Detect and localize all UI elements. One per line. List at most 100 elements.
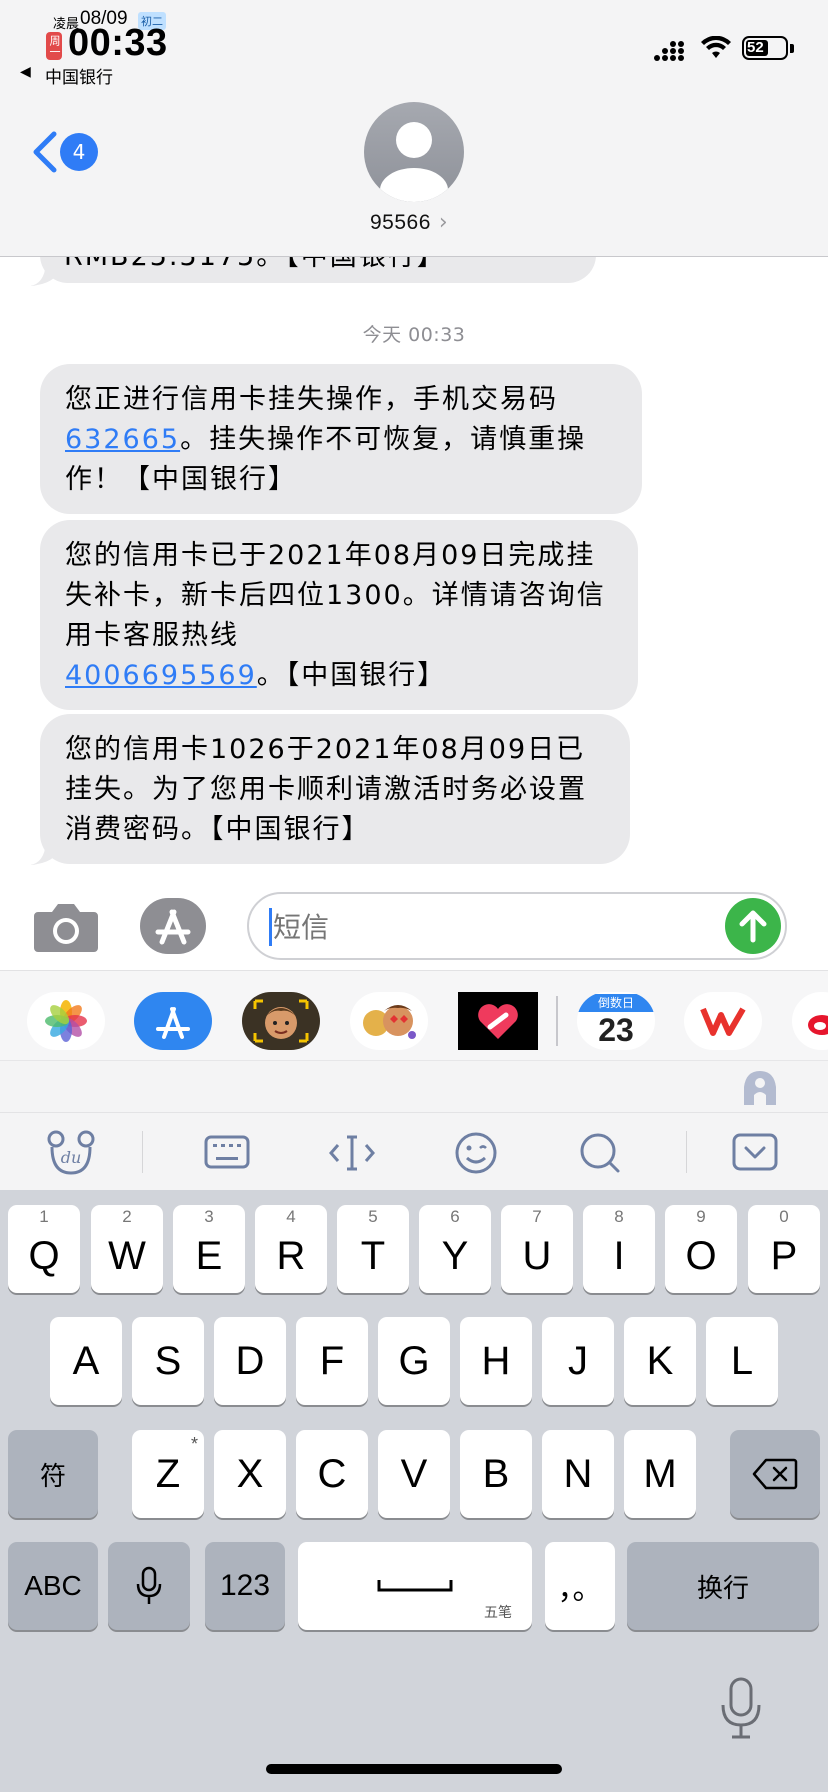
abc-key[interactable]: ABC [8, 1542, 98, 1630]
key-j[interactable]: J [542, 1317, 614, 1405]
key-q[interactable]: 1Q [8, 1205, 80, 1293]
key-d[interactable]: D [214, 1317, 286, 1405]
symbol-key[interactable]: 符 [8, 1430, 98, 1518]
cellular-signal-icon [654, 41, 684, 61]
status-bar: 凌晨 08/09 初二 周一 00:33 ◀ 中国银行 52 [0, 0, 828, 100]
app-wps[interactable] [684, 992, 762, 1050]
key-symbol-hint: * [190, 1434, 198, 1454]
space-key[interactable]: 五笔 [298, 1542, 532, 1630]
emoji-icon[interactable] [454, 1131, 498, 1175]
key-m[interactable]: M [624, 1430, 696, 1518]
dictation-microphone-icon[interactable] [720, 1677, 762, 1739]
chevron-right-icon: › [438, 210, 448, 235]
space-bar-icon [377, 1580, 453, 1592]
app-heart[interactable] [458, 992, 538, 1050]
key-e[interactable]: 3E [173, 1205, 245, 1293]
backspace-icon [752, 1458, 798, 1490]
keyboard-icon[interactable] [204, 1135, 250, 1169]
key-r[interactable]: 4R [255, 1205, 327, 1293]
app-store-button[interactable] [140, 898, 206, 954]
camera-icon[interactable] [34, 900, 98, 952]
message-2-text-a: 您的信用卡已于2021年08月09日完成挂失补卡，新卡后四位1300。详情请咨询… [65, 540, 606, 651]
key-s[interactable]: S [132, 1317, 204, 1405]
message-bubble-2[interactable]: 您的信用卡已于2021年08月09日完成挂失补卡，新卡后四位1300。详情请咨询… [40, 520, 638, 710]
message-3-text: 您的信用卡1026于2021年08月09日已挂失。为了您用卡顺利请激活时务必设置… [65, 734, 587, 845]
app-memoji-stickers[interactable] [350, 992, 428, 1050]
delete-key[interactable] [730, 1430, 820, 1518]
key-f[interactable]: F [296, 1317, 368, 1405]
key-z[interactable]: * Z [132, 1430, 204, 1518]
wps-icon [700, 1007, 746, 1036]
search-icon[interactable] [578, 1131, 622, 1175]
contact-name[interactable]: 95566 [370, 211, 431, 235]
key-g[interactable]: G [378, 1317, 450, 1405]
key-label: U [522, 1233, 552, 1278]
svg-text:du: du [61, 1148, 82, 1167]
key-t[interactable]: 5T [337, 1205, 409, 1293]
key-label: Q [28, 1233, 60, 1278]
key-label: Z [155, 1451, 181, 1496]
key-number-hint: 9 [696, 1207, 706, 1226]
key-n[interactable]: N [542, 1430, 614, 1518]
back-to-app-label[interactable]: 中国银行 [45, 63, 113, 88]
arrow-up-icon [739, 910, 767, 943]
message-input[interactable] [247, 892, 787, 960]
unread-count-badge[interactable]: 4 [60, 133, 98, 171]
key-c[interactable]: C [296, 1430, 368, 1518]
bubble-tail [30, 843, 60, 865]
message-bubble-3[interactable]: 您的信用卡1026于2021年08月09日已挂失。为了您用卡顺利请激活时务必设置… [40, 714, 630, 864]
drawer-divider [556, 996, 558, 1046]
countdown-day: 23 [598, 1012, 634, 1048]
message-timestamp: 今天 00:33 [362, 324, 466, 346]
person-icon [380, 122, 448, 202]
number-key[interactable]: 123 [205, 1542, 285, 1630]
message-text-field[interactable] [271, 906, 695, 948]
key-y[interactable]: 6Y [419, 1205, 491, 1293]
key-a[interactable]: A [50, 1317, 122, 1405]
hotline-link[interactable]: 4006695569 [65, 660, 257, 691]
back-chevron-icon[interactable] [30, 130, 60, 174]
return-key[interactable]: 换行 [627, 1542, 819, 1630]
key-w[interactable]: 2W [91, 1205, 163, 1293]
app-memoji[interactable] [242, 992, 320, 1050]
baidu-bear-icon[interactable]: du [46, 1129, 96, 1175]
message-bubble-1[interactable]: 您正进行信用卡挂失操作，手机交易码632665。挂失操作不可恢复，请慎重操作！【… [40, 364, 642, 514]
toolbar-divider [686, 1131, 687, 1173]
key-o[interactable]: 9O [665, 1205, 737, 1293]
weibo-icon [808, 1015, 828, 1035]
key-v[interactable]: V [378, 1430, 450, 1518]
key-label: E [195, 1233, 223, 1278]
send-button[interactable] [725, 898, 781, 954]
phone-code-link[interactable]: 632665 [65, 424, 180, 455]
punctuation-key[interactable]: ，。 [545, 1542, 615, 1630]
dictation-key[interactable] [108, 1542, 190, 1630]
key-label: W [108, 1233, 146, 1278]
key-x[interactable]: X [214, 1430, 286, 1518]
key-label: P [770, 1233, 798, 1278]
contact-avatar[interactable] [364, 102, 464, 202]
key-u[interactable]: 7U [501, 1205, 573, 1293]
key-number-hint: 7 [532, 1207, 542, 1226]
bubble-tail [30, 264, 60, 286]
app-store-app[interactable] [134, 992, 212, 1050]
keyboard-suggestion-bar [0, 1060, 828, 1113]
contact-name-row[interactable]: 95566 › [370, 210, 448, 235]
key-number-hint: 6 [450, 1207, 460, 1226]
heart-icon [478, 1004, 518, 1039]
keyboard: 1Q 2W 3E 4R 5T 6Y 7U 8I 9O 0P A S D F G … [0, 1190, 828, 1792]
key-l[interactable]: L [706, 1317, 778, 1405]
keyboard-hide-icon[interactable] [732, 1133, 778, 1171]
app-photos[interactable] [27, 992, 105, 1050]
key-i[interactable]: 8I [583, 1205, 655, 1293]
app-countdown[interactable]: 倒数日 23 [577, 992, 655, 1050]
back-triangle-icon[interactable]: ◀ [20, 64, 31, 80]
key-h[interactable]: H [460, 1317, 532, 1405]
key-number-hint: 2 [122, 1207, 132, 1226]
home-indicator[interactable] [266, 1764, 562, 1774]
keyboard-pin-icon[interactable] [740, 1069, 780, 1107]
key-number-hint: 0 [779, 1207, 789, 1226]
cursor-move-icon[interactable] [328, 1133, 376, 1173]
key-b[interactable]: B [460, 1430, 532, 1518]
key-k[interactable]: K [624, 1317, 696, 1405]
key-p[interactable]: 0P [748, 1205, 820, 1293]
